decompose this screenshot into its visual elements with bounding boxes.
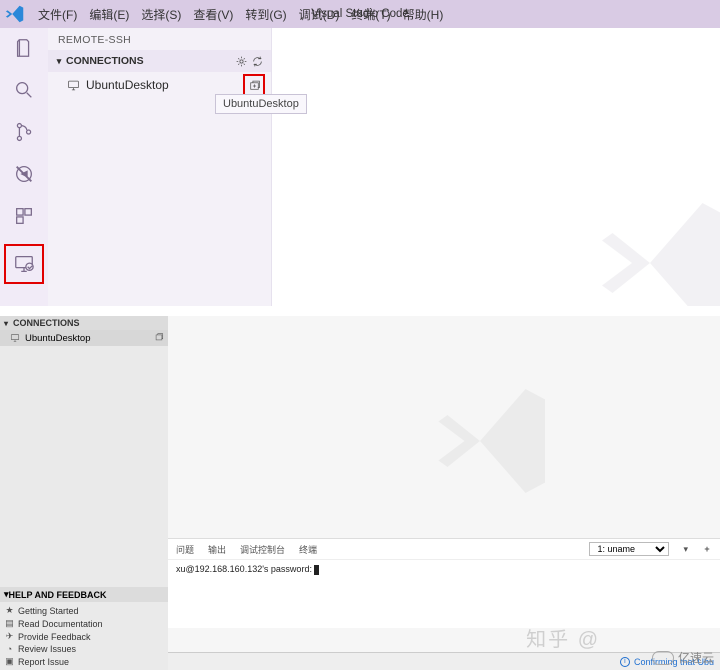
terminal-selector-arrow-icon: ▾ [683, 544, 688, 555]
search-icon[interactable] [10, 76, 38, 104]
menu-file[interactable]: 文件(F) [32, 6, 83, 23]
star-icon: ★ [4, 605, 15, 616]
debug-icon[interactable] [10, 160, 38, 188]
bottom-connection-name: UbuntuDesktop [25, 333, 154, 344]
panel-title: REMOTE-SSH [48, 28, 271, 50]
monitor-icon [66, 78, 80, 92]
chevron-down-icon: ▾ [54, 56, 64, 67]
help-report-issue[interactable]: ▣Report Issue [4, 655, 164, 668]
vscode-watermark-icon [428, 376, 558, 506]
help-feedback-label: HELP AND FEEDBACK [9, 590, 107, 600]
connection-tooltip: UbuntuDesktop [215, 94, 307, 114]
vscode-watermark-icon [590, 188, 720, 306]
help-read-docs[interactable]: ▤Read Documentation [4, 617, 164, 630]
connection-name: UbuntuDesktop [86, 78, 243, 92]
open-new-window-icon[interactable] [246, 77, 262, 93]
help-provide-feedback[interactable]: ✈Provide Feedback [4, 630, 164, 643]
zhihu-watermark: 知乎 @ [526, 623, 600, 652]
terminal-body[interactable]: xu@192.168.160.132's password: [168, 560, 720, 579]
menu-help[interactable]: 帮助(H) [397, 6, 450, 23]
help-feedback-header[interactable]: ▾ HELP AND FEEDBACK [0, 587, 168, 602]
yisuyun-watermark: 亿速云 [652, 649, 714, 666]
help-item-label: Provide Feedback [18, 632, 91, 642]
explorer-icon[interactable] [10, 34, 38, 62]
bottom-connection-item[interactable]: UbuntuDesktop [0, 330, 168, 346]
help-item-label: Report Issue [18, 657, 69, 667]
new-terminal-button[interactable]: + [702, 544, 712, 554]
remote-ssh-sidebar: REMOTE-SSH ▾ CONNECTIONS UbuntuDesktop [48, 28, 272, 306]
remote-explorer-icon[interactable] [10, 250, 38, 278]
menu-view[interactable]: 查看(V) [187, 6, 239, 23]
editor-area [272, 28, 720, 306]
new-window-highlight [243, 74, 265, 96]
cloud-icon [652, 651, 674, 665]
help-getting-started[interactable]: ★Getting Started [4, 604, 164, 617]
twitter-icon: ✈ [4, 631, 15, 642]
menu-edit[interactable]: 编辑(E) [83, 6, 135, 23]
tab-debug-console[interactable]: 调试控制台 [240, 543, 285, 556]
issues-icon: ◔ [4, 644, 15, 654]
source-control-icon[interactable] [10, 118, 38, 146]
menu-bar: 文件(F) 编辑(E) 选择(S) 查看(V) 转到(G) 调试(D) 终端(T… [0, 0, 720, 28]
connections-header-label: CONNECTIONS [66, 55, 233, 67]
tab-output[interactable]: 输出 [208, 543, 226, 556]
status-bar: i Confirming that Ubu [168, 652, 720, 670]
tab-problems[interactable]: 问题 [176, 543, 194, 556]
vscode-logo-icon [4, 3, 26, 25]
bottom-connections-header[interactable]: ▾ CONNECTIONS [0, 316, 168, 330]
help-item-label: Read Documentation [18, 619, 103, 629]
remote-explorer-highlight [4, 244, 44, 284]
terminal-line: xu@192.168.160.132's password: [176, 564, 314, 574]
tab-terminal[interactable]: 终端 [299, 543, 317, 556]
terminal-panel: 问题 输出 调试控制台 终端 1: uname ▾ + xu@192.168.1… [168, 538, 720, 628]
chevron-down-icon: ▾ [4, 319, 13, 328]
gear-icon[interactable] [233, 53, 249, 69]
open-new-window-icon[interactable] [154, 332, 164, 345]
yisuyun-label: 亿速云 [678, 649, 714, 666]
panel-tabs: 问题 输出 调试控制台 终端 1: uname ▾ + [168, 539, 720, 560]
menu-go[interactable]: 转到(G) [239, 6, 292, 23]
book-icon: ▤ [4, 618, 15, 629]
menu-terminal[interactable]: 终端(T) [345, 6, 396, 23]
bottom-connections-label: CONNECTIONS [13, 318, 80, 328]
bottom-sidebar: ▾ CONNECTIONS UbuntuDesktop ▾ HELP AND F… [0, 316, 168, 670]
info-icon: i [620, 657, 630, 667]
bottom-main: 问题 输出 调试控制台 终端 1: uname ▾ + xu@192.168.1… [168, 316, 720, 670]
refresh-icon[interactable] [249, 53, 265, 69]
menu-select[interactable]: 选择(S) [135, 6, 187, 23]
activity-bar [0, 28, 48, 306]
terminal-selector[interactable]: 1: uname [589, 542, 669, 556]
connections-header[interactable]: ▾ CONNECTIONS [48, 50, 271, 72]
menu-debug[interactable]: 调试(D) [293, 6, 346, 23]
help-item-label: Review Issues [18, 644, 76, 654]
terminal-cursor [314, 565, 319, 575]
extensions-icon[interactable] [10, 202, 38, 230]
help-item-label: Getting Started [18, 606, 79, 616]
monitor-icon [10, 333, 21, 344]
report-icon: ▣ [4, 656, 15, 667]
help-review-issues[interactable]: ◔Review Issues [4, 643, 164, 655]
